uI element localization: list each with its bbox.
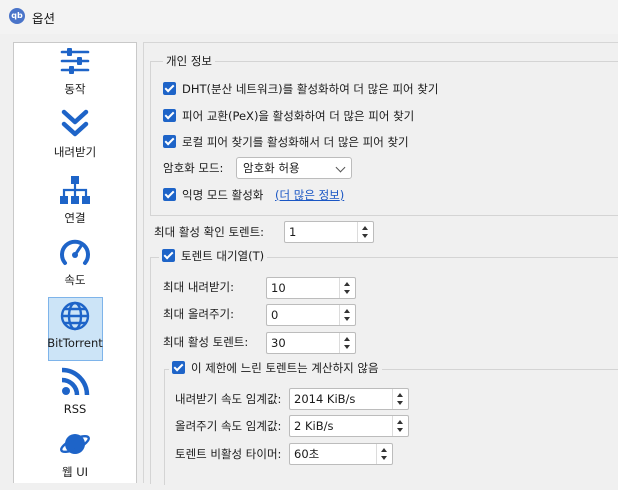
sidebar-item-webui[interactable]: 웹 UI xyxy=(14,428,136,490)
max-checking-value: 1 xyxy=(289,225,297,239)
max-uploads-spinbox[interactable]: 0 xyxy=(266,304,356,326)
sidebar-item-label: 내려받기 xyxy=(53,145,97,159)
spin-down-icon[interactable] xyxy=(397,428,403,432)
checkbox-checked[interactable] xyxy=(163,82,176,95)
spin-down-icon[interactable] xyxy=(344,317,350,321)
checkbox-checked[interactable] xyxy=(163,188,176,201)
spin-buttons[interactable] xyxy=(376,444,392,464)
max-downloads-label: 최대 내려받기: xyxy=(163,280,235,294)
sidebar-item-label: BitTorrent xyxy=(47,336,103,350)
window-title: 옵션 xyxy=(32,11,56,26)
max-active-spinbox[interactable]: 30 xyxy=(266,332,356,354)
spin-down-icon[interactable] xyxy=(381,456,387,460)
max-checking-spinbox[interactable]: 1 xyxy=(284,221,374,243)
spin-buttons[interactable] xyxy=(392,416,408,436)
double-chevron-down-icon xyxy=(61,109,89,137)
spin-buttons[interactable] xyxy=(357,222,373,242)
privacy-group: 개인 정보 DHT(분산 네트워크)를 활성화하여 더 많은 피어 찾기 피어 … xyxy=(150,53,618,216)
spin-down-icon[interactable] xyxy=(362,234,368,238)
sidebar-item-label: 동작 xyxy=(64,82,86,96)
max-active-value: 30 xyxy=(271,336,286,350)
inactivity-timer-label: 토렌트 비활성 타이머: xyxy=(175,447,282,461)
sidebar-item-downloads[interactable]: 내려받기 xyxy=(14,108,136,170)
spin-up-icon[interactable] xyxy=(397,393,403,397)
max-downloads-value: 10 xyxy=(271,281,286,295)
spin-buttons[interactable] xyxy=(392,389,408,409)
network-icon xyxy=(60,176,90,204)
slow-torrents-title: 이 제한에 느린 토렌트는 계산하지 않음 xyxy=(191,361,379,375)
group-title: 개인 정보 xyxy=(163,53,215,69)
slow-torrents-header[interactable]: 이 제한에 느린 토렌트는 계산하지 않음 xyxy=(169,360,382,376)
spin-up-icon[interactable] xyxy=(344,309,350,313)
upload-threshold-label: 올려주기 속도 임계값: xyxy=(175,419,282,433)
paren-close: ) xyxy=(339,188,345,202)
spin-up-icon[interactable] xyxy=(397,420,403,424)
spin-down-icon[interactable] xyxy=(344,290,350,294)
anonymous-mode-label: 익명 모드 활성화 xyxy=(182,188,264,202)
checkbox-checked[interactable] xyxy=(163,135,176,148)
upload-threshold-spinbox[interactable]: 2 KiB/s xyxy=(289,415,409,437)
app-icon: qb xyxy=(9,8,25,24)
bittorrent-settings-panel: 개인 정보 DHT(분산 네트워크)를 활성화하여 더 많은 피어 찾기 피어 … xyxy=(143,42,618,485)
torrent-queue-group: 토렌트 대기열(T) 최대 내려받기: 10 최대 올려주기: 0 최대 활성 … xyxy=(150,248,618,485)
checkbox-checked[interactable] xyxy=(163,109,176,122)
queue-title: 토렌트 대기열(T) xyxy=(181,249,265,263)
more-info-link[interactable]: 더 많은 정보 xyxy=(280,188,340,202)
queue-group-header[interactable]: 토렌트 대기열(T) xyxy=(159,248,268,264)
encryption-mode-select[interactable]: 암호화 허용 xyxy=(236,157,352,179)
upload-threshold-value: 2 KiB/s xyxy=(294,419,334,433)
sidebar-item-label: RSS xyxy=(63,402,87,416)
sidebar-item-behavior[interactable]: 동작 xyxy=(14,45,136,107)
sidebar-item-label: 속도 xyxy=(64,273,86,287)
chevron-down-icon xyxy=(335,162,346,173)
sliders-icon xyxy=(60,48,90,74)
lsd-label: 로컬 피어 찾기를 활성화해서 더 많은 피어 찾기 xyxy=(182,135,409,149)
pex-checkbox-row[interactable]: 피어 교환(PeX)을 활성화하여 더 많은 피어 찾기 xyxy=(163,106,414,126)
spin-up-icon[interactable] xyxy=(344,282,350,286)
pex-label: 피어 교환(PeX)을 활성화하여 더 많은 피어 찾기 xyxy=(182,109,415,123)
rss-icon xyxy=(61,367,90,396)
speedometer-icon xyxy=(60,239,90,265)
sidebar-item-label: 연결 xyxy=(64,211,86,225)
download-threshold-label: 내려받기 속도 임계값: xyxy=(175,392,282,406)
max-active-label: 최대 활성 토렌트: xyxy=(163,335,249,349)
inactivity-timer-spinbox[interactable]: 60초 xyxy=(289,443,393,465)
title-bar: qb 옵션 xyxy=(0,0,618,34)
inactivity-timer-value: 60초 xyxy=(294,447,320,461)
max-uploads-label: 최대 올려주기: xyxy=(163,307,235,321)
spin-buttons[interactable] xyxy=(339,278,355,298)
download-threshold-value: 2014 KiB/s xyxy=(294,392,356,406)
globe-icon xyxy=(60,301,90,331)
sidebar-item-speed[interactable]: 속도 xyxy=(14,236,136,298)
spin-down-icon[interactable] xyxy=(344,345,350,349)
dht-checkbox-row[interactable]: DHT(분산 네트워크)를 활성화하여 더 많은 피어 찾기 xyxy=(163,79,438,99)
slow-torrents-group: 이 제한에 느린 토렌트는 계산하지 않음 내려받기 속도 임계값: 2014 … xyxy=(164,360,618,485)
sidebar-item-connection[interactable]: 연결 xyxy=(14,174,136,236)
spin-buttons[interactable] xyxy=(339,333,355,353)
dht-label: DHT(분산 네트워크)를 활성화하여 더 많은 피어 찾기 xyxy=(182,82,439,96)
sidebar-item-bittorrent[interactable]: BitTorrent xyxy=(14,297,136,362)
download-threshold-spinbox[interactable]: 2014 KiB/s xyxy=(289,388,409,410)
encryption-mode-value: 암호화 허용 xyxy=(243,161,300,175)
max-downloads-spinbox[interactable]: 10 xyxy=(266,277,356,299)
spin-up-icon[interactable] xyxy=(344,337,350,341)
max-uploads-value: 0 xyxy=(271,308,279,322)
max-checking-label: 최대 활성 확인 토렌트: xyxy=(154,225,265,239)
lsd-checkbox-row[interactable]: 로컬 피어 찾기를 활성화해서 더 많은 피어 찾기 xyxy=(163,132,409,152)
spin-up-icon[interactable] xyxy=(381,448,387,452)
sidebar-item-rss[interactable]: RSS xyxy=(14,366,136,428)
sidebar-item-label: 웹 UI xyxy=(61,465,89,479)
checkbox-checked[interactable] xyxy=(162,249,175,262)
options-sidebar: 동작 내려받기 연결 속도 BitTorrent RSS 웹 UI xyxy=(13,42,137,483)
checkbox-checked[interactable] xyxy=(172,361,185,374)
spin-down-icon[interactable] xyxy=(397,401,403,405)
spin-up-icon[interactable] xyxy=(362,226,368,230)
encryption-label: 암호화 모드: xyxy=(163,161,224,175)
spin-buttons[interactable] xyxy=(339,305,355,325)
planet-icon xyxy=(60,434,90,454)
anonymous-mode-row[interactable]: 익명 모드 활성화 (더 많은 정보) xyxy=(163,185,344,205)
